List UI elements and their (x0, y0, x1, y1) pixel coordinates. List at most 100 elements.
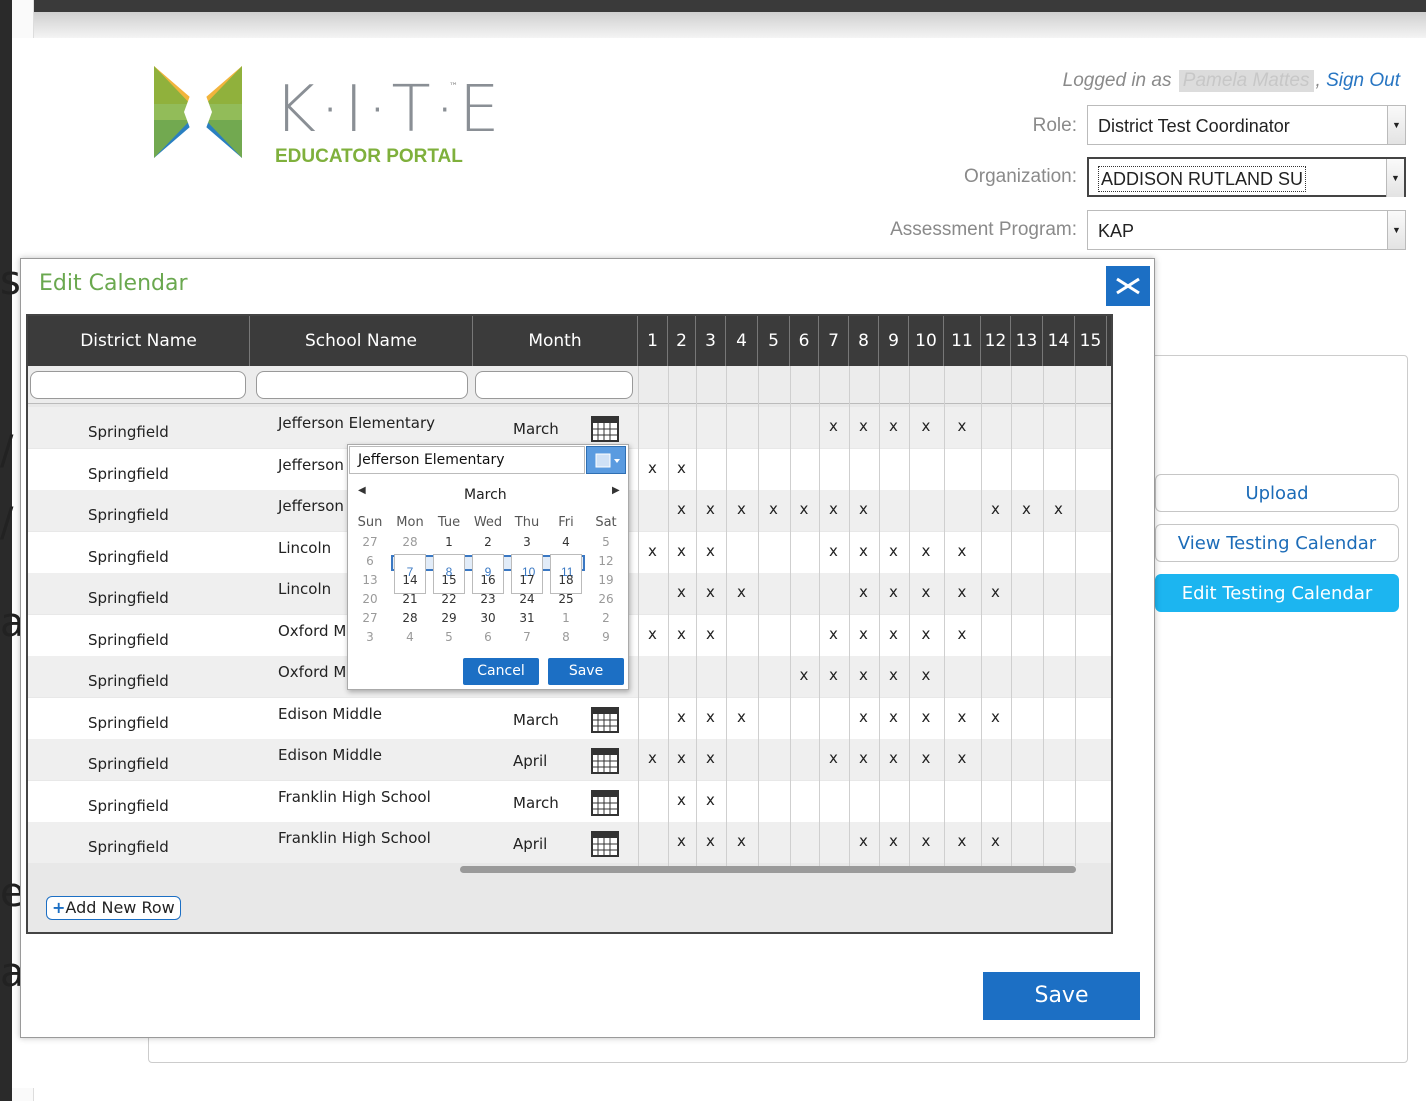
test-day-mark[interactable]: x (737, 832, 746, 850)
month-filter-input[interactable] (475, 371, 633, 399)
horizontal-scrollbar[interactable] (460, 866, 1076, 873)
calendar-day[interactable]: 16 (472, 573, 504, 587)
table-row[interactable]: Springfield Edison Middle March x x x x x x x x (28, 697, 1111, 739)
test-day-mark[interactable]: x (829, 749, 838, 767)
calendar-day[interactable]: 27 (354, 535, 386, 549)
test-day-mark[interactable]: x (706, 791, 715, 809)
calendar-day[interactable]: 4 (550, 535, 582, 549)
test-day-mark[interactable]: x (829, 666, 838, 684)
district-filter-input[interactable] (30, 371, 246, 399)
test-day-mark[interactable]: x (889, 417, 898, 435)
test-day-mark[interactable]: x (859, 832, 868, 850)
test-day-mark[interactable]: x (677, 749, 686, 767)
test-day-mark[interactable]: x (889, 583, 898, 601)
calendar-day[interactable]: 28 (394, 535, 426, 549)
test-day-mark[interactable]: x (829, 542, 838, 560)
role-select[interactable]: District Test Coordinator ▼ (1087, 105, 1406, 145)
calendar-day[interactable]: 3 (354, 630, 386, 644)
test-day-mark[interactable]: x (677, 542, 686, 560)
test-day-mark[interactable]: x (859, 542, 868, 560)
calendar-day[interactable]: 1 (433, 535, 465, 549)
next-month-icon[interactable]: ▶ (612, 485, 620, 496)
calendar-day[interactable]: 19 (590, 573, 622, 587)
calendar-day[interactable]: 7 (511, 630, 543, 644)
test-day-mark[interactable]: x (922, 583, 931, 601)
test-day-mark[interactable]: x (922, 542, 931, 560)
calendar-day[interactable]: 5 (433, 630, 465, 644)
test-day-mark[interactable]: x (889, 832, 898, 850)
test-day-mark[interactable]: x (737, 708, 746, 726)
test-day-mark[interactable]: x (706, 625, 715, 643)
calendar-day[interactable]: 30 (472, 611, 504, 625)
upload-button[interactable]: Upload (1155, 474, 1399, 512)
calendar-icon[interactable] (591, 831, 619, 857)
test-day-mark[interactable]: x (737, 500, 746, 518)
test-day-mark[interactable]: x (958, 708, 967, 726)
edit-testing-calendar-button[interactable]: Edit Testing Calendar (1155, 574, 1399, 612)
test-day-mark[interactable]: x (889, 708, 898, 726)
test-day-mark[interactable]: x (706, 832, 715, 850)
test-day-mark[interactable]: x (922, 625, 931, 643)
calendar-day[interactable]: 14 (394, 573, 426, 587)
calendar-day[interactable]: 6 (472, 630, 504, 644)
test-day-mark[interactable]: x (648, 459, 657, 477)
table-row[interactable]: Springfield Franklin High School April x x x x… (28, 822, 1111, 863)
test-day-mark[interactable]: x (706, 708, 715, 726)
test-day-mark[interactable]: x (859, 666, 868, 684)
test-day-mark[interactable]: x (922, 708, 931, 726)
calendar-dropdown-button[interactable] (586, 446, 626, 474)
test-day-mark[interactable]: x (737, 583, 746, 601)
test-day-mark[interactable]: x (648, 749, 657, 767)
test-day-mark[interactable]: x (677, 791, 686, 809)
calendar-day[interactable]: 24 (511, 592, 543, 606)
add-new-row-button[interactable]: +Add New Row (46, 896, 181, 920)
test-day-mark[interactable]: x (677, 708, 686, 726)
calendar-day[interactable]: 15 (433, 573, 465, 587)
calendar-day[interactable]: 2 (472, 535, 504, 549)
test-day-mark[interactable]: x (991, 583, 1000, 601)
calendar-day[interactable]: 23 (472, 592, 504, 606)
test-day-mark[interactable]: x (958, 625, 967, 643)
organization-select[interactable]: ADDISON RUTLAND SU ▼ (1087, 157, 1406, 197)
cancel-button[interactable]: Cancel (463, 658, 539, 685)
calendar-day[interactable]: 31 (511, 611, 543, 625)
test-day-mark[interactable]: x (1022, 500, 1031, 518)
calendar-icon[interactable] (591, 416, 619, 442)
test-day-mark[interactable]: x (922, 749, 931, 767)
column-header-school[interactable]: School Name (250, 316, 473, 366)
calendar-day[interactable]: 8 (550, 630, 582, 644)
test-day-mark[interactable]: x (769, 500, 778, 518)
calendar-day[interactable]: 5 (590, 535, 622, 549)
test-day-mark[interactable]: x (706, 542, 715, 560)
test-day-mark[interactable]: x (706, 500, 715, 518)
assessment-program-select[interactable]: KAP ▼ (1087, 210, 1406, 250)
save-button[interactable]: Save (983, 972, 1140, 1020)
test-day-mark[interactable]: x (829, 417, 838, 435)
table-row[interactable]: Springfield Edison Middle April x x x x x x x x (28, 739, 1111, 780)
test-day-mark[interactable]: x (859, 708, 868, 726)
test-day-mark[interactable]: x (648, 625, 657, 643)
calendar-icon[interactable] (591, 748, 619, 774)
test-day-mark[interactable]: x (889, 542, 898, 560)
test-day-mark[interactable]: x (677, 459, 686, 477)
calendar-icon[interactable] (591, 789, 619, 816)
test-day-mark[interactable]: x (922, 832, 931, 850)
calendar-day[interactable]: 29 (433, 611, 465, 625)
test-day-mark[interactable]: x (859, 749, 868, 767)
calendar-day[interactable]: 12 (590, 554, 622, 568)
calendar-day[interactable]: 2 (590, 611, 622, 625)
test-day-mark[interactable]: x (859, 625, 868, 643)
sign-out-link[interactable]: Sign Out (1326, 70, 1400, 91)
test-day-mark[interactable]: x (706, 583, 715, 601)
calendar-icon[interactable] (591, 706, 619, 733)
test-day-mark[interactable]: x (706, 749, 715, 767)
test-day-mark[interactable]: x (677, 832, 686, 850)
column-header-month[interactable]: Month (473, 316, 638, 366)
test-day-mark[interactable]: x (958, 583, 967, 601)
test-day-mark[interactable]: x (889, 666, 898, 684)
test-day-mark[interactable]: x (859, 500, 868, 518)
test-day-mark[interactable]: x (800, 500, 809, 518)
calendar-day[interactable]: 1 (550, 611, 582, 625)
school-filter-input[interactable] (256, 371, 468, 399)
test-day-mark[interactable]: x (922, 417, 931, 435)
